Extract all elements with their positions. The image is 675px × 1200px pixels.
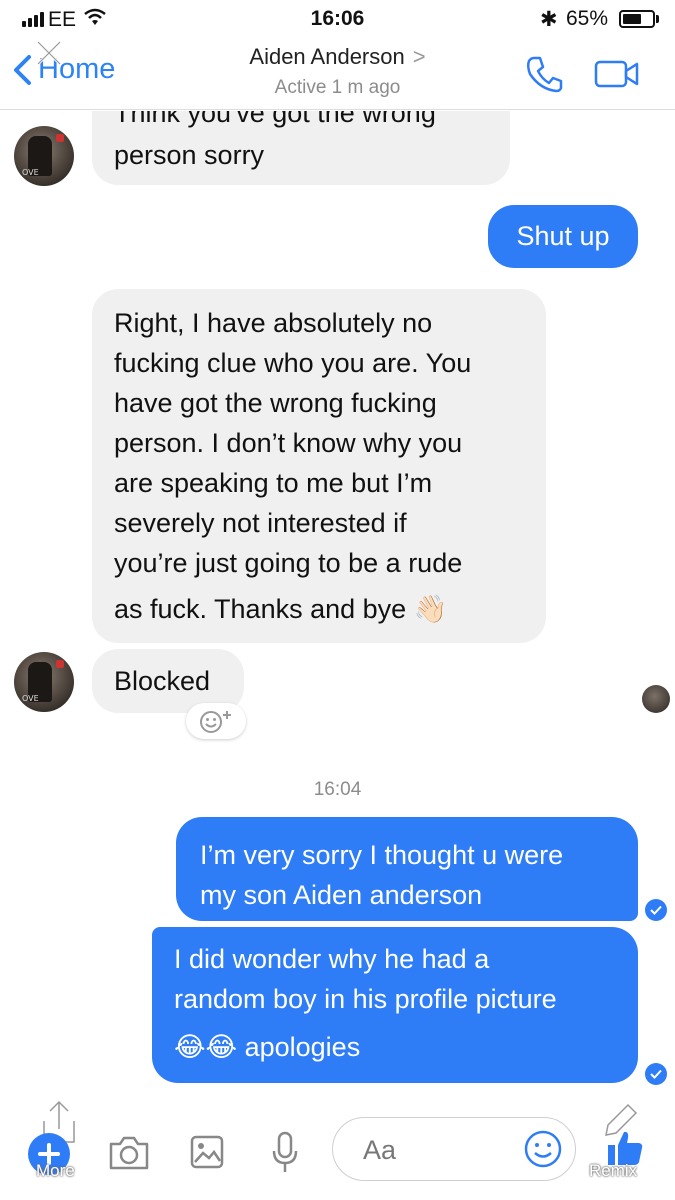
remix-label: Remix <box>589 1161 638 1180</box>
add-reaction-icon <box>200 711 231 733</box>
add-reaction-button[interactable] <box>186 703 246 739</box>
message-line: random boy in his profile picture <box>174 984 557 1014</box>
chevron-right-icon: > <box>412 44 426 69</box>
phone-icon[interactable] <box>524 54 564 94</box>
more-label: More <box>36 1161 75 1180</box>
conversation-header: Home Aiden Anderson > Active 1 m ago <box>0 38 675 110</box>
gallery-icon[interactable] <box>190 1135 224 1169</box>
close-icon[interactable] <box>34 38 64 68</box>
message-text: Blocked <box>114 666 211 696</box>
bluetooth-icon: ✱ <box>540 8 558 31</box>
delivered-check-icon <box>645 1063 667 1085</box>
message-timestamp: 16:04 <box>313 779 362 800</box>
message-line: severely not interested if <box>114 508 407 538</box>
message-input-placeholder: Aa <box>363 1135 397 1165</box>
message-line: Right, I have absolutely no <box>114 308 433 338</box>
contact-avatar[interactable]: OVE <box>14 126 74 186</box>
message-list[interactable]: OVE Think you've got the wrong person so… <box>0 111 675 1095</box>
battery-percent: 65% <box>566 7 609 30</box>
message-line: person. I don’t know why you <box>114 428 463 458</box>
message-line: have got the wrong fucking <box>114 388 437 418</box>
message-bubble-incoming[interactable]: Think you've got the wrong person sorry <box>92 111 510 185</box>
message-input[interactable]: Aa <box>332 1117 576 1181</box>
composer-bar: More Aa Remix <box>0 1095 675 1200</box>
message-bubble-outgoing[interactable]: I did wonder why he had a random boy in … <box>152 927 638 1083</box>
message-line: fucking clue who you are. You <box>114 348 472 378</box>
message-line: you’re just going to be a rude <box>114 548 463 578</box>
seen-avatar <box>642 685 670 713</box>
message-text: person sorry <box>114 140 265 170</box>
battery-nub <box>656 15 659 23</box>
emoji-icon[interactable] <box>523 1129 563 1169</box>
contact-avatar[interactable]: OVE <box>14 652 74 712</box>
message-line: my son Aiden anderson <box>200 880 483 910</box>
contact-name[interactable]: Aiden Anderson > <box>0 44 675 70</box>
messenger-screen: EE 16:06 ✱ 65% Home Aiden Anderson > Acti… <box>0 0 675 1200</box>
message-line: as fuck. Thanks and bye 👋🏻 <box>114 594 448 624</box>
microphone-icon[interactable] <box>270 1131 300 1175</box>
message-text: Think you've got the wrong <box>114 111 436 128</box>
video-icon[interactable] <box>594 60 640 88</box>
delivered-check-icon <box>645 899 667 921</box>
message-line: are speaking to me but I’m <box>114 468 433 498</box>
message-line: I’m very sorry I thought u were <box>200 840 564 870</box>
message-line: 😂😂 apologies <box>174 1032 361 1062</box>
battery-icon <box>619 10 655 28</box>
contact-name-text: Aiden Anderson <box>249 44 405 69</box>
message-bubble-outgoing[interactable]: Shut up <box>488 205 638 268</box>
presence-status: Active 1 m ago <box>274 77 401 98</box>
message-text: Shut up <box>516 221 610 251</box>
message-bubble-incoming[interactable]: Right, I have absolutely no fucking clue… <box>92 289 546 643</box>
camera-icon[interactable] <box>107 1135 151 1171</box>
message-bubble-outgoing[interactable]: I’m very sorry I thought u were my son A… <box>176 817 638 921</box>
message-line: I did wonder why he had a <box>174 944 490 974</box>
status-bar: EE 16:06 ✱ 65% <box>0 0 675 38</box>
